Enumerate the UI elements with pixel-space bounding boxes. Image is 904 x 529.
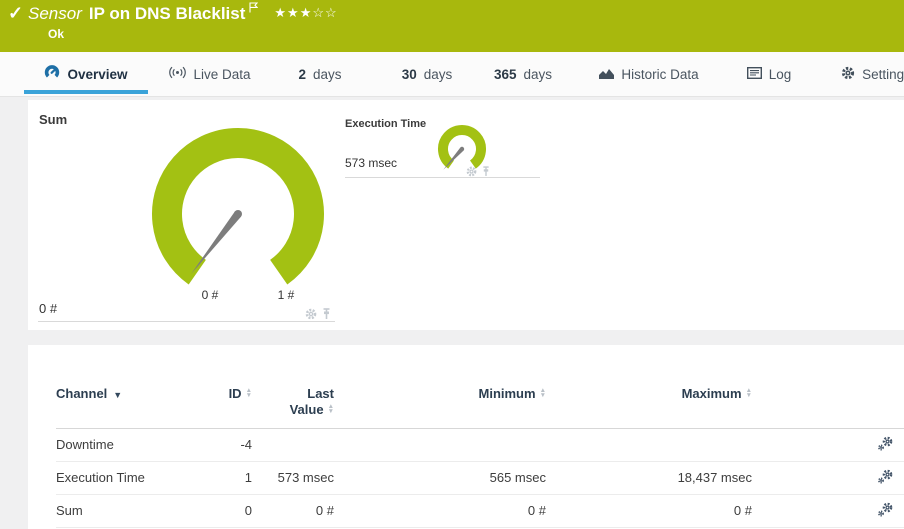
- tab-bar: Overview Live Data 2 days 30 days 365 da…: [0, 52, 904, 97]
- page-title: IP on DNS Blacklist: [88, 4, 246, 23]
- sum-gauge-pin-icon[interactable]: [322, 307, 331, 325]
- gauge-execution-time-title: Execution Time: [345, 118, 427, 130]
- gauges-panel: Sum 0 # 1 # 0 # Execution Time 573 msec: [28, 100, 904, 330]
- channel-settings-gears-icon[interactable]: [877, 469, 894, 487]
- tab-log[interactable]: Log: [734, 52, 804, 96]
- sum-current-value: 0 #: [39, 301, 58, 316]
- sum-gauge-settings-gear-icon[interactable]: [305, 307, 317, 325]
- tab-historic-data-label: Historic Data: [621, 66, 699, 82]
- tab-overview-label: Overview: [67, 66, 128, 82]
- cell-channel: Downtime: [56, 428, 206, 462]
- cell-last-value: 0 #: [254, 494, 336, 528]
- gauge-sum-title: Sum: [39, 112, 68, 127]
- object-kind-label: Sensor: [28, 4, 82, 23]
- cell-channel: Execution Time: [56, 461, 206, 495]
- tab-live-data[interactable]: Live Data: [158, 52, 262, 96]
- cell-maximum: 18,437 msec: [548, 461, 754, 495]
- channels-panel: Channel ▼ ID ▲ ▼ Last Value ▲ ▼ Minimum ▲ ▼ Maxi…: [28, 345, 904, 529]
- sort-desc-icon: ▼: [113, 390, 123, 400]
- channels-header-row: Channel ▼ ID ▲ ▼ Last Value ▲ ▼ Minimum ▲ ▼ Maxi…: [56, 377, 904, 429]
- cell-last-value: 573 msec: [254, 461, 336, 495]
- tab-30-days-number: 30: [401, 66, 417, 82]
- tab-365-days[interactable]: 365 days: [478, 52, 568, 96]
- tab-live-data-label: Live Data: [193, 66, 251, 82]
- sort-icon: ▲ ▼: [327, 403, 334, 415]
- channel-settings-gears-icon[interactable]: [877, 436, 894, 454]
- table-row-execution-time: Execution Time 1 573 msec 565 msec 18,43…: [56, 461, 904, 495]
- tab-30-days-label: days: [423, 66, 453, 82]
- gear-icon: [841, 66, 855, 83]
- gauge-tile-sum: Sum 0 # 1 # 0 #: [38, 108, 335, 322]
- tab-2-days-label: days: [312, 66, 342, 82]
- cell-id: 1: [206, 461, 254, 495]
- tab-365-days-label: days: [523, 66, 553, 82]
- cell-channel: Sum: [56, 494, 206, 528]
- column-header-last-value[interactable]: Last Value ▲ ▼: [254, 377, 336, 429]
- sum-gauge-scale-max: 1 #: [277, 288, 295, 302]
- sort-icon: ▲ ▼: [245, 387, 252, 399]
- sort-icon: ▲ ▼: [745, 387, 752, 399]
- sort-icon: ▲ ▼: [539, 387, 546, 399]
- table-row-downtime: Downtime -4: [56, 428, 904, 462]
- table-row-sum: Sum 0 0 # 0 # 0 #: [56, 494, 904, 528]
- cell-last-value: [254, 428, 336, 462]
- execution-time-gauge-pin-icon[interactable]: [482, 164, 490, 182]
- sensor-title-block: Sensor IP on DNS Blacklist ★★★☆☆: [28, 2, 338, 24]
- column-header-channel[interactable]: Channel ▼: [56, 377, 206, 429]
- column-header-actions: [754, 377, 904, 429]
- column-header-id[interactable]: ID ▲ ▼: [206, 377, 254, 429]
- tab-30-days[interactable]: 30 days: [387, 52, 467, 96]
- status-ok-check-icon: ✓: [8, 3, 24, 23]
- sum-gauge: [152, 128, 324, 285]
- cell-id: 0: [206, 494, 254, 528]
- column-header-maximum[interactable]: Maximum ▲ ▼: [548, 377, 754, 429]
- cell-maximum: [548, 428, 754, 462]
- execution-time-gauge-settings-gear-icon[interactable]: [466, 164, 477, 182]
- tab-2-days[interactable]: 2 days: [283, 52, 357, 96]
- broadcast-icon: [169, 66, 187, 82]
- cell-maximum: 0 #: [548, 494, 754, 528]
- sensor-header: ✓ Sensor IP on DNS Blacklist ★★★☆☆ Ok: [0, 0, 904, 52]
- gauge-tile-execution-time: Execution Time 573 msec: [345, 115, 540, 178]
- channels-table: Channel ▼ ID ▲ ▼ Last Value ▲ ▼ Minimum ▲ ▼ Maxi…: [56, 377, 904, 528]
- log-list-icon: [746, 66, 762, 82]
- sum-gauge-scale-min: 0 #: [201, 288, 219, 302]
- column-header-minimum[interactable]: Minimum ▲ ▼: [336, 377, 548, 429]
- tab-settings[interactable]: Settings: [830, 52, 904, 96]
- flag-icon: [249, 0, 259, 17]
- stars-empty[interactable]: ☆☆: [312, 5, 337, 20]
- tab-365-days-number: 365: [493, 66, 517, 82]
- tab-overview[interactable]: Overview: [24, 52, 148, 96]
- historic-chart-icon: [599, 67, 615, 82]
- cell-minimum: [336, 428, 548, 462]
- cell-minimum: 0 #: [336, 494, 548, 528]
- tab-settings-label: Settings: [862, 66, 904, 82]
- sensor-status-text: Ok: [48, 27, 65, 41]
- tab-historic-data[interactable]: Historic Data: [588, 52, 710, 96]
- cell-id: -4: [206, 428, 254, 462]
- gauge-icon: [44, 65, 60, 83]
- tab-log-label: Log: [768, 66, 792, 82]
- cell-minimum: 565 msec: [336, 461, 548, 495]
- tab-2-days-number: 2: [298, 66, 306, 82]
- stars-filled[interactable]: ★★★: [274, 5, 312, 20]
- channel-settings-gears-icon[interactable]: [877, 502, 894, 520]
- priority-stars[interactable]: ★★★☆☆: [274, 5, 337, 20]
- execution-time-current-value: 573 msec: [345, 156, 398, 170]
